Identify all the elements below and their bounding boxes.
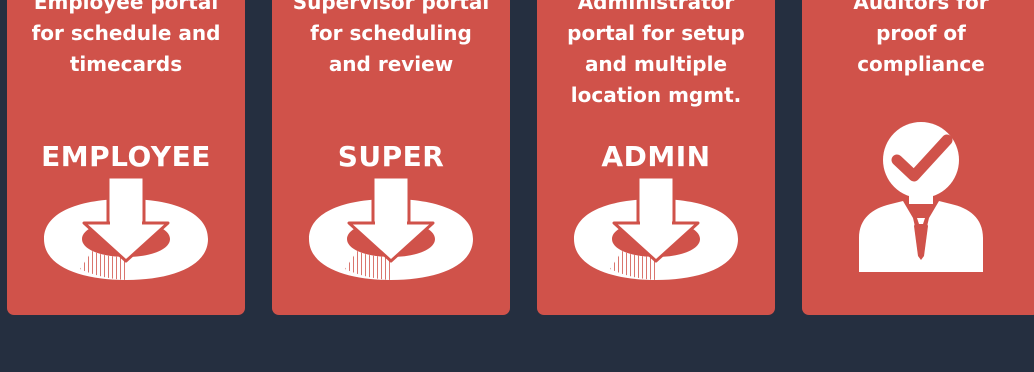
- description-line: Supervisor portal: [292, 0, 490, 14]
- card-description: Administrator portal for setup and multi…: [537, 0, 775, 111]
- card-title: SUPER: [337, 140, 445, 173]
- description-line: location mgmt.: [570, 83, 742, 107]
- description-line: for schedule and: [31, 21, 221, 45]
- card-super[interactable]: Supervisor portal for scheduling and rev…: [272, 0, 510, 315]
- description-line: and review: [328, 52, 454, 76]
- card-admin[interactable]: Administrator portal for setup and multi…: [537, 0, 775, 315]
- download-icon[interactable]: [40, 177, 212, 283]
- card-employee[interactable]: Employee portal for schedule and timecar…: [7, 0, 245, 315]
- card-title: EMPLOYEE: [41, 140, 211, 173]
- description-line: Administrator: [577, 0, 735, 14]
- description-line: compliance: [857, 52, 985, 76]
- card-auditor[interactable]: Auditors for proof of compliance: [802, 0, 1034, 315]
- description-line: Employee portal: [33, 0, 219, 14]
- card-description: Auditors for proof of compliance: [802, 0, 1034, 80]
- card-description: Supervisor portal for scheduling and rev…: [272, 0, 510, 80]
- description-line: for scheduling: [310, 21, 472, 45]
- card-title: ADMIN: [601, 140, 711, 173]
- description-line: and multiple: [584, 52, 728, 76]
- download-icon[interactable]: [570, 177, 742, 283]
- description-line: portal for setup: [567, 21, 745, 45]
- portal-overview: Employee portal for schedule and timecar…: [0, 0, 1034, 372]
- description-line: proof of: [876, 21, 966, 45]
- description-line: timecards: [69, 52, 183, 76]
- description-line: Auditors for: [853, 0, 989, 14]
- card-description: Employee portal for schedule and timecar…: [7, 0, 245, 80]
- download-icon[interactable]: [305, 177, 477, 283]
- auditor-check-icon: [859, 122, 983, 272]
